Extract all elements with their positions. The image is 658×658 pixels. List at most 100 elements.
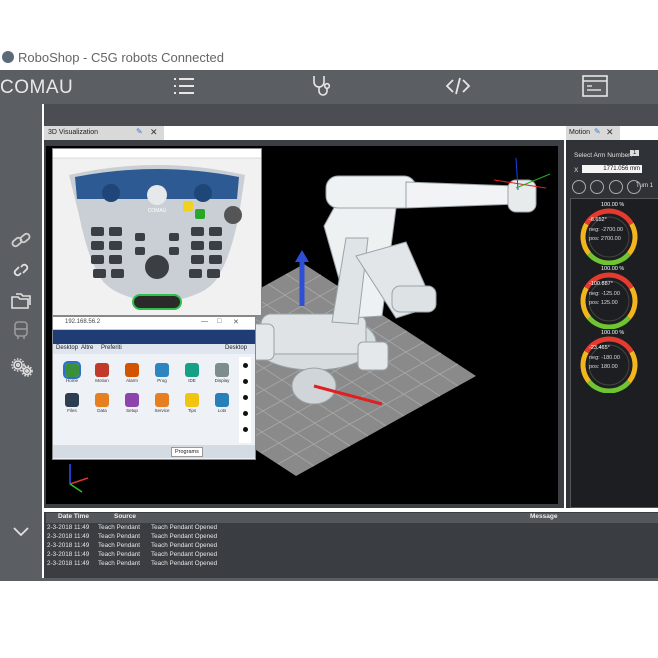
close-icon[interactable]: ✕: [606, 127, 614, 138]
log-cell-source: Teach Pendant: [98, 551, 141, 558]
menu-list-icon[interactable]: [172, 76, 196, 101]
teach-pendant-window[interactable]: COMAU: [52, 148, 262, 316]
log-header-source[interactable]: Source: [114, 513, 136, 520]
log-cell-source: Teach Pendant: [98, 524, 141, 531]
log-header-datetime[interactable]: Date Time: [58, 513, 89, 520]
hmi-side-strip: [239, 357, 251, 443]
pendant-brand: COMAU: [148, 208, 167, 214]
log-cell-message: Teach Pendant Opened: [151, 551, 218, 558]
app-label: Prog: [157, 378, 167, 383]
left-rail: [0, 104, 42, 580]
maximize-icon[interactable]: □: [217, 318, 221, 325]
app-label: Setup: [126, 408, 138, 413]
app-tile[interactable]: Tips: [179, 391, 205, 417]
minimize-icon[interactable]: —: [201, 318, 208, 325]
jog-mode-icons: [572, 180, 642, 199]
jog-mode-icon[interactable]: [627, 180, 642, 194]
programs-button[interactable]: Programs: [171, 447, 203, 457]
chevron-down-icon[interactable]: [8, 524, 34, 546]
folders-icon[interactable]: [10, 290, 32, 310]
desktop-label: Desktop: [225, 345, 248, 351]
app-icon: [185, 363, 199, 377]
code-icon[interactable]: [445, 76, 471, 101]
app-tile[interactable]: Data: [89, 391, 115, 417]
app-label: Service: [154, 408, 170, 413]
window-title: RoboShop - C5G robots Connected: [18, 50, 224, 65]
app-icon: [65, 393, 79, 407]
link-icon[interactable]: [10, 230, 32, 250]
joint-neg: neg: -2700.00: [589, 227, 623, 233]
joint-pct: 100.00 %: [601, 330, 625, 336]
log-cell-datetime: 2-3-2018 11:49: [47, 560, 90, 567]
bottom-strip: [0, 578, 658, 581]
app-label: IDE: [188, 378, 196, 383]
stethoscope-icon[interactable]: [310, 74, 334, 103]
app-tile[interactable]: Home: [59, 361, 85, 387]
app-icon: [125, 393, 139, 407]
joint-gauge-arc: [580, 336, 638, 394]
app-label: Motion: [95, 378, 109, 383]
app-icon: [155, 393, 169, 407]
pin-icon[interactable]: ✎: [594, 127, 601, 136]
pin-icon[interactable]: ✎: [136, 127, 143, 136]
close-icon[interactable]: ✕: [150, 127, 158, 138]
joint-pos: pos: 2700.00: [589, 236, 621, 242]
joint-gauge[interactable]: 100.00 % -100.887° neg: -125.00 pos: 125.00: [575, 266, 655, 330]
settings-gears-icon[interactable]: [10, 356, 33, 377]
hmi-titlebar: 192.168.56.2 — □ ✕: [53, 317, 255, 330]
log-cell-message: Teach Pendant Opened: [151, 560, 218, 567]
tab-desktop[interactable]: Desktop: [56, 345, 78, 351]
app-tile[interactable]: Prog: [149, 361, 175, 387]
axis-label: X: [574, 167, 579, 174]
app-tile[interactable]: Setup: [119, 391, 145, 417]
app-icon: [155, 363, 169, 377]
app-icon: [215, 363, 229, 377]
tab-altre[interactable]: Altre: [81, 345, 93, 351]
unlink-icon[interactable]: [10, 260, 32, 280]
joint-pos: pos: 125.00: [589, 300, 618, 306]
app-tile[interactable]: IDE: [179, 361, 205, 387]
app-label: Tips: [187, 408, 197, 413]
app-tile[interactable]: Display: [209, 361, 235, 387]
hmi-status-bar: [53, 330, 255, 344]
app-grid: Home Motion Alarm Prog IDE Display Files Data Se…: [59, 361, 235, 437]
app-icon: [95, 363, 109, 377]
log-cell-datetime: 2-3-2018 11:49: [47, 524, 90, 531]
app-tile[interactable]: Service: [149, 391, 175, 417]
joint-gauge[interactable]: 100.00 % -6.652° neg: -2700.00 pos: 2700.00: [575, 202, 655, 266]
tab-motion[interactable]: Motion ✎ ✕: [566, 126, 620, 140]
app-label: Display: [214, 378, 230, 383]
log-cell-source: Teach Pendant: [98, 542, 141, 549]
app-label: Data: [97, 408, 107, 413]
app-tile[interactable]: Files: [59, 391, 85, 417]
motion-panel: Select Arm Number: 1 X 1771.056 mm Turn …: [566, 140, 658, 508]
app-tile[interactable]: Alarm: [119, 361, 145, 387]
joint-gauge[interactable]: 100.00 % -23.465° neg: -180.00 pos: 180.00: [575, 330, 655, 394]
axis-value[interactable]: 1771.056 mm: [582, 165, 642, 173]
arm-number-select[interactable]: 1: [630, 150, 640, 156]
hmi-tabs: Desktop Altre Preferiti Desktop: [53, 344, 255, 354]
app-icon: [63, 361, 81, 379]
tab-preferiti[interactable]: Preferiti: [101, 345, 122, 351]
hmi-window[interactable]: 192.168.56.2 — □ ✕ Desktop Altre Preferi…: [52, 316, 256, 460]
app-label: Home: [65, 378, 78, 383]
jog-mode-icon[interactable]: [572, 180, 586, 194]
jog-mode-icon[interactable]: [608, 180, 623, 194]
tab-3d-visualization[interactable]: 3D Visualization ✎ ✕: [44, 126, 164, 140]
jog-mode-icon[interactable]: [590, 180, 605, 194]
brand-logo: COMAU: [0, 77, 74, 98]
app-tile[interactable]: Lots: [209, 391, 235, 417]
app-tile[interactable]: Motion: [89, 361, 115, 387]
log-cell-datetime: 2-3-2018 11:49: [47, 551, 90, 558]
robot-cabinet-icon[interactable]: [10, 320, 32, 340]
app-icon: [215, 393, 229, 407]
app-icon: [185, 393, 199, 407]
log-cell-datetime: 2-3-2018 11:49: [47, 533, 90, 540]
log-header: [46, 513, 658, 523]
log-header-message[interactable]: Message: [530, 513, 557, 520]
terminal-icon[interactable]: [582, 75, 608, 102]
app-icon: [125, 363, 139, 377]
joint-pct: 100.00 %: [601, 202, 625, 208]
close-icon[interactable]: ✕: [233, 318, 239, 326]
joint-list: 100.00 % -6.652° neg: -2700.00 pos: 2700.00…: [570, 198, 658, 508]
